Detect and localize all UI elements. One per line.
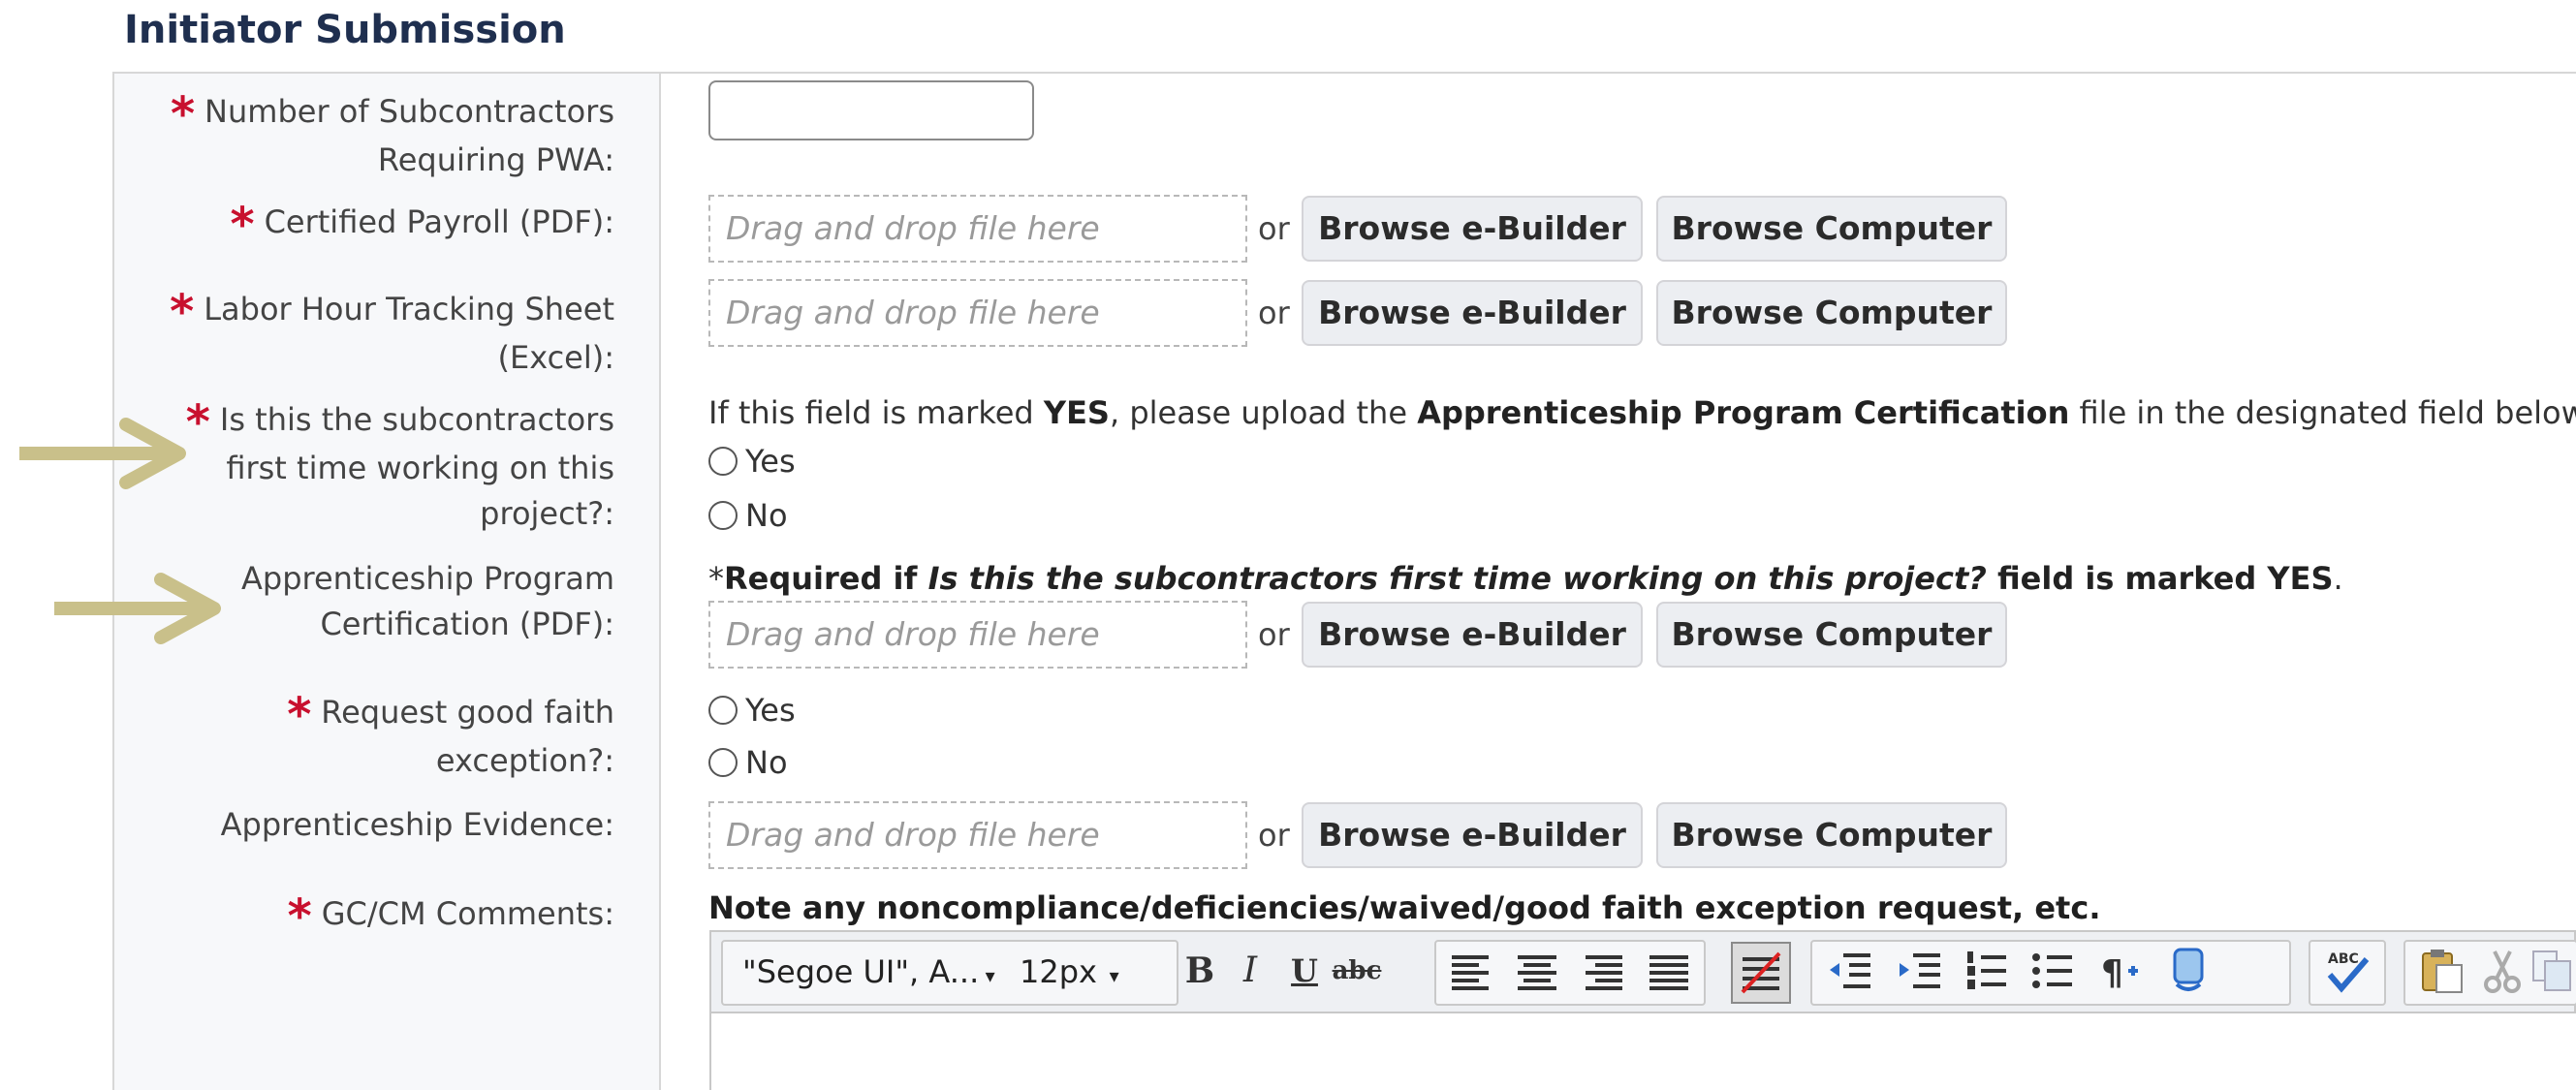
file-drop-zone[interactable]: Drag and drop file here [708,279,1247,347]
required-mark: * [170,87,196,141]
or-text: or [1258,295,1290,331]
file-drop-zone[interactable]: Drag and drop file here [708,801,1247,869]
first-time-info: If this field is marked YES, please uplo… [708,394,2576,431]
bold-button[interactable]: B [1175,946,1225,996]
clear-formatting-button[interactable] [1731,942,1791,1004]
align-center-icon[interactable] [1512,946,1562,996]
italic-button[interactable]: I [1225,946,1275,996]
browse-computer-button[interactable]: Browse Computer [1656,196,2007,262]
label-labor-hour: * Labor Hour Tracking Sheet (Excel): [170,285,614,376]
file-drop-zone[interactable]: Drag and drop file here [708,601,1247,669]
comments-note: Note any noncompliance/deficiencies/waiv… [708,889,2101,926]
required-mark: * [287,688,312,742]
comments-editor[interactable] [709,1013,2576,1090]
clear-format-icon [1741,951,1781,994]
label-good-faith: * Request good faith exception?: [287,688,614,779]
or-text: or [1258,616,1290,653]
align-right-icon[interactable] [1578,946,1628,996]
browse-ebuilder-button[interactable]: Browse e-Builder [1302,196,1643,262]
browse-ebuilder-button[interactable]: Browse e-Builder [1302,280,1643,346]
browse-computer-button[interactable]: Browse Computer [1656,802,2007,868]
indent-icon[interactable] [1896,946,1946,996]
svg-text:ABC: ABC [2328,951,2359,967]
good-faith-no-option[interactable]: No [708,740,788,785]
browse-ebuilder-button[interactable]: Browse e-Builder [1302,602,1643,668]
font-size-select[interactable]: 12px ▾ [1020,942,1119,1002]
label-certified-payroll: * Certified Payroll (PDF): [230,198,614,252]
cert-required-note: *Required if Is this the subcontractors … [708,560,2343,597]
radio-button[interactable] [708,447,738,476]
browse-ebuilder-button[interactable]: Browse e-Builder [1302,802,1643,868]
font-family-select[interactable]: "Segoe UI", A... ▾ [742,942,995,1002]
unordered-list-icon[interactable] [2027,946,2078,996]
align-left-icon[interactable] [1446,946,1496,996]
required-mark: * [170,285,195,339]
first-time-no-option[interactable]: No [708,493,788,538]
ordered-list-icon[interactable] [1962,946,2012,996]
num-subcontractors-input[interactable] [708,80,1034,140]
underline-button[interactable]: U [1279,946,1330,996]
good-faith-yes-option[interactable]: Yes [708,688,796,732]
label-apprenticeship-evidence: Apprenticeship Evidence: [220,806,614,843]
first-time-yes-option[interactable]: Yes [708,439,796,483]
paste-icon[interactable] [2417,946,2467,996]
strikethrough-button[interactable]: abc [1332,946,1382,996]
editor-toolbar: "Segoe UI", A... ▾ 12px ▾ B I U abc ¶ AB… [709,930,2576,1013]
label-gc-comments: * GC/CM Comments: [287,889,614,944]
align-justify-icon[interactable] [1644,946,1694,996]
label-first-time: * Is this the subcontractors first time w… [185,395,614,532]
arrow-right-icon [19,418,186,489]
arrow-right-icon [54,573,221,644]
cut-icon[interactable] [2477,946,2528,996]
browse-computer-button[interactable]: Browse Computer [1656,602,2007,668]
svg-text:¶: ¶ [2101,953,2123,993]
file-drop-zone[interactable]: Drag and drop file here [708,195,1247,263]
required-mark: * [185,395,210,450]
spellcheck-icon[interactable]: ABC [2322,946,2372,996]
label-num-subcontractors: * Number of Subcontractors Requiring PWA: [170,87,614,178]
radio-button[interactable] [708,501,738,530]
or-text: or [1258,210,1290,247]
label-apprenticeship-cert: Apprenticeship Program Certification (PD… [241,560,614,642]
or-text: or [1258,817,1290,854]
radio-button[interactable] [708,696,738,725]
required-mark: * [287,889,312,944]
outdent-icon[interactable] [1826,946,1876,996]
insert-element-icon[interactable] [2163,946,2214,996]
section-title: Initiator Submission [124,8,566,52]
paragraph-icon[interactable]: ¶ [2095,946,2146,996]
required-mark: * [230,198,255,252]
browse-computer-button[interactable]: Browse Computer [1656,280,2007,346]
copy-icon[interactable] [2529,946,2576,996]
radio-button[interactable] [708,748,738,777]
